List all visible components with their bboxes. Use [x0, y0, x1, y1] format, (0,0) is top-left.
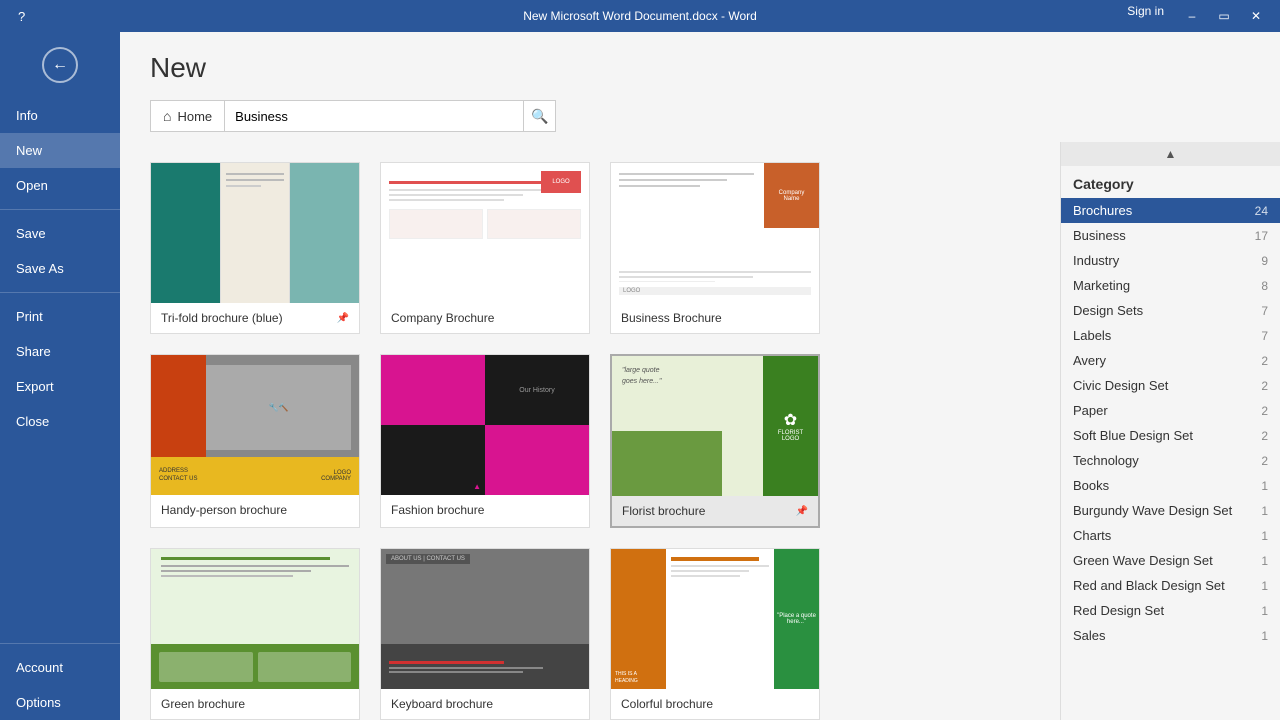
sign-in-label[interactable]: Sign in [1127, 4, 1164, 28]
category-item-books[interactable]: Books 1 [1061, 473, 1280, 498]
template-thumb-florist: ✿ FLORISTLOGO "large quotegoes here..." [612, 356, 818, 496]
category-item-marketing[interactable]: Marketing 8 [1061, 273, 1280, 298]
sidebar-item-share[interactable]: Share [0, 334, 120, 369]
template-thumb-fashion: Our History ▲ [381, 355, 589, 495]
category-item-red-black[interactable]: Red and Black Design Set 1 [1061, 573, 1280, 598]
category-item-labels[interactable]: Labels 7 [1061, 323, 1280, 348]
sidebar-item-options[interactable]: Options [0, 685, 120, 720]
template-business[interactable]: CompanyName LOGO [610, 162, 820, 334]
category-item-industry[interactable]: Industry 9 [1061, 248, 1280, 273]
template-thumb-trifold [151, 163, 359, 303]
home-label: Home [177, 109, 212, 124]
template-label-keyboard: Keyboard brochure [381, 689, 589, 719]
template-handy[interactable]: ADDRESSCONTACT US LOGOCOMPANY 🔧🔨 Handy-p… [150, 354, 360, 528]
sidebar-item-open[interactable]: Open [0, 168, 120, 203]
category-panel: ▲ Category Brochures 24 Business 17 Indu… [1060, 142, 1280, 720]
template-fashion[interactable]: Our History ▲ Fashion brochure [380, 354, 590, 528]
category-item-charts[interactable]: Charts 1 [1061, 523, 1280, 548]
template-thumb-orange-b: THIS IS AHEADING "Place a quote here..." [611, 549, 819, 689]
template-thumb-green-b [151, 549, 359, 689]
template-label-handy: Handy-person brochure [151, 495, 359, 525]
category-item-green-wave[interactable]: Green Wave Design Set 1 [1061, 548, 1280, 573]
help-button[interactable]: ? [10, 9, 33, 24]
content-header: New ⌂ Home 🔍 [120, 32, 1280, 142]
category-item-paper[interactable]: Paper 2 [1061, 398, 1280, 423]
template-label-florist: Florist brochure 📌 [612, 496, 818, 526]
search-bar: ⌂ Home 🔍 [150, 100, 1250, 132]
titlebar: ? New Microsoft Word Document.docx - Wor… [0, 0, 1280, 32]
template-orange-b[interactable]: THIS IS AHEADING "Place a quote here..." [610, 548, 820, 720]
window-controls: Sign in – ▭ ✕ [1127, 4, 1270, 28]
template-label-business: Business Brochure [611, 303, 819, 333]
category-item-brochures[interactable]: Brochures 24 [1061, 198, 1280, 223]
sidebar: ← Info New Open Save Save As Print Share… [0, 32, 120, 720]
category-item-technology[interactable]: Technology 2 [1061, 448, 1280, 473]
page-title: New [150, 52, 1250, 84]
category-item-civic-design[interactable]: Civic Design Set 2 [1061, 373, 1280, 398]
template-green-b[interactable]: Green brochure [150, 548, 360, 720]
sidebar-nav: Info New Open Save Save As Print Share E… [0, 98, 120, 439]
back-button[interactable]: ← [0, 32, 120, 98]
template-label-trifold: Tri-fold brochure (blue) 📌 [151, 303, 359, 333]
template-thumb-handy: ADDRESSCONTACT US LOGOCOMPANY 🔧🔨 [151, 355, 359, 495]
content-body: Tri-fold brochure (blue) 📌 [120, 142, 1280, 720]
back-icon: ← [42, 47, 78, 83]
sidebar-item-print[interactable]: Print [0, 299, 120, 334]
template-florist[interactable]: ✿ FLORISTLOGO "large quotegoes here..." … [610, 354, 820, 528]
template-trifold[interactable]: Tri-fold brochure (blue) 📌 [150, 162, 360, 334]
home-icon: ⌂ [163, 108, 171, 124]
category-header: Category [1061, 166, 1280, 198]
category-item-avery[interactable]: Avery 2 [1061, 348, 1280, 373]
template-label-fashion: Fashion brochure [381, 495, 589, 525]
window-title: New Microsoft Word Document.docx - Word [523, 9, 757, 23]
pin-icon-trifold: 📌 [337, 313, 349, 324]
sidebar-item-account[interactable]: Account [0, 650, 120, 685]
templates-grid: Tri-fold brochure (blue) 📌 [150, 162, 1030, 720]
template-thumb-business: CompanyName LOGO [611, 163, 819, 303]
category-item-business[interactable]: Business 17 [1061, 223, 1280, 248]
category-item-design-sets[interactable]: Design Sets 7 [1061, 298, 1280, 323]
templates-area: Tri-fold brochure (blue) 📌 [120, 142, 1060, 720]
template-thumb-keyboard: ABOUT US | CONTACT US [381, 549, 589, 689]
home-button[interactable]: ⌂ Home [150, 100, 224, 132]
category-item-soft-blue[interactable]: Soft Blue Design Set 2 [1061, 423, 1280, 448]
template-label-green-b: Green brochure [151, 689, 359, 719]
sidebar-bottom: Account Options [0, 637, 120, 720]
pin-icon-florist: 📌 [796, 506, 808, 517]
app-body: ← Info New Open Save Save As Print Share… [0, 32, 1280, 720]
minimize-button[interactable]: – [1178, 4, 1206, 28]
search-button[interactable]: 🔍 [524, 100, 556, 132]
sidebar-item-new[interactable]: New [0, 133, 120, 168]
template-keyboard[interactable]: ABOUT US | CONTACT US Keyboard brochure [380, 548, 590, 720]
sidebar-item-save-as[interactable]: Save As [0, 251, 120, 286]
category-scroll-up[interactable]: ▲ [1061, 142, 1280, 166]
template-thumb-company: LOGO [381, 163, 589, 303]
close-button[interactable]: ✕ [1242, 4, 1270, 28]
main-content: New ⌂ Home 🔍 [120, 32, 1280, 720]
template-label-orange-b: Colorful brochure [611, 689, 819, 719]
sidebar-item-save[interactable]: Save [0, 216, 120, 251]
template-company[interactable]: LOGO Company Brochure [380, 162, 590, 334]
maximize-button[interactable]: ▭ [1210, 4, 1238, 28]
search-input[interactable] [224, 100, 524, 132]
sidebar-item-close[interactable]: Close [0, 404, 120, 439]
sidebar-item-export[interactable]: Export [0, 369, 120, 404]
template-label-company: Company Brochure [381, 303, 589, 333]
category-item-red-design[interactable]: Red Design Set 1 [1061, 598, 1280, 623]
category-item-burgundy-wave[interactable]: Burgundy Wave Design Set 1 [1061, 498, 1280, 523]
sidebar-item-info[interactable]: Info [0, 98, 120, 133]
category-item-sales[interactable]: Sales 1 [1061, 623, 1280, 648]
